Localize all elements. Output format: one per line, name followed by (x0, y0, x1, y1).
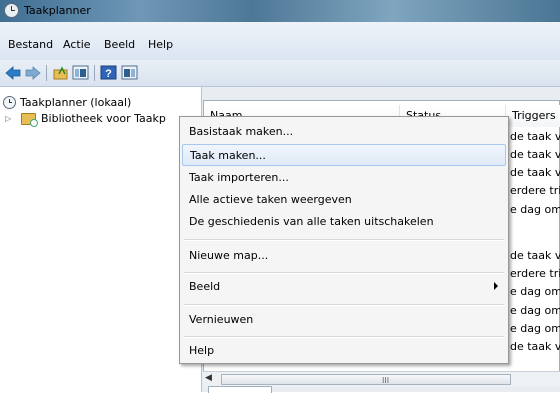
tree-item-label: Bibliotheek voor Taakp (41, 112, 166, 125)
menu-actie[interactable]: Actie (63, 38, 91, 51)
menu-bar: Bestand Actie Beeld Help (0, 22, 560, 60)
tree-item-root[interactable]: Taakplanner (lokaal) (0, 95, 200, 111)
menu-bestand[interactable]: Bestand (8, 38, 53, 51)
folder-icon (21, 113, 38, 127)
scroll-left-arrow-icon[interactable]: ◀ (205, 373, 212, 383)
expand-arrow-icon[interactable]: ▷ (5, 114, 11, 123)
clock-icon (3, 96, 16, 109)
menu-item-label: Nieuwe map... (189, 249, 269, 262)
trigger-cell: de taak v (510, 340, 560, 353)
menu-item-refresh[interactable]: Vernieuwen (182, 309, 506, 331)
menu-item-label: Help (189, 344, 215, 357)
menu-separator (184, 239, 504, 241)
menu-item-help[interactable]: Help (182, 340, 506, 362)
clock-icon (30, 119, 38, 127)
trigger-cell: de taak v (510, 130, 560, 143)
trigger-cell: erdere tri (510, 267, 560, 280)
menu-item-label: Basistaak maken... (189, 125, 294, 138)
toolbar-separator (94, 65, 95, 81)
context-menu: Basistaak maken... Taak maken... Taak im… (179, 116, 509, 364)
back-arrow-icon[interactable] (4, 64, 22, 82)
menu-item-label: Beeld (189, 280, 221, 293)
window-title: Taakplanner (24, 4, 91, 17)
menu-item-import-task[interactable]: Taak importeren... (182, 167, 506, 189)
console-tree-icon[interactable] (72, 64, 90, 82)
menu-item-show-running-tasks[interactable]: Alle actieve taken weergeven (182, 189, 506, 211)
scrollbar-thumb[interactable]: III (221, 374, 511, 385)
column-header-triggers[interactable]: Triggers (506, 105, 560, 127)
menu-item-view[interactable]: Beeld (182, 276, 506, 298)
svg-text:?: ? (105, 68, 112, 80)
trigger-cell: de taak v (510, 148, 560, 161)
submenu-arrow-icon (494, 282, 498, 290)
menu-item-label: Taak importeren... (189, 171, 289, 184)
tree-item-label: Taakplanner (lokaal) (20, 96, 132, 109)
help-icon[interactable]: ? (100, 64, 118, 82)
menu-help[interactable]: Help (148, 38, 173, 51)
forward-arrow-icon[interactable] (24, 64, 42, 82)
trigger-cell: e dag om (510, 322, 560, 335)
menu-item-label: Alle actieve taken weergeven (189, 193, 352, 206)
toolbar-separator (46, 65, 47, 81)
clock-icon (4, 3, 19, 18)
trigger-cell: e dag om (510, 203, 560, 216)
trigger-cell: erdere tri (510, 184, 560, 197)
menu-item-create-task[interactable]: Taak maken... (182, 144, 506, 166)
toolbar: ? (0, 60, 560, 87)
menu-beeld[interactable]: Beeld (104, 38, 135, 51)
scrollbar-grip: III (382, 376, 390, 385)
menu-item-label: De geschiedenis van alle taken uitschake… (189, 215, 434, 228)
trigger-cell: e dag om (510, 285, 560, 298)
trigger-cell: de taak v (510, 166, 560, 179)
action-pane-icon[interactable] (121, 64, 139, 82)
navigation-tree: Taakplanner (lokaal) ▷ Bibliotheek voor … (0, 87, 202, 392)
menu-item-label: Taak maken... (190, 149, 266, 162)
trigger-cell: de taak v (510, 249, 560, 262)
menu-item-basic-task[interactable]: Basistaak maken... (182, 121, 506, 143)
menu-separator (184, 272, 504, 274)
folder-up-icon[interactable] (52, 64, 70, 82)
trigger-cell: e dag om (510, 304, 560, 317)
menu-separator (184, 304, 504, 306)
title-bar: Taakplanner (0, 0, 560, 22)
tree-item-library[interactable]: ▷ Bibliotheek voor Taakp (0, 111, 200, 127)
menu-item-new-folder[interactable]: Nieuwe map... (182, 245, 506, 267)
horizontal-scrollbar[interactable]: ◀ III (203, 371, 560, 387)
menu-item-label: Vernieuwen (189, 313, 254, 326)
menu-separator (184, 336, 504, 338)
menu-item-disable-history[interactable]: De geschiedenis van alle taken uitschake… (182, 211, 506, 233)
